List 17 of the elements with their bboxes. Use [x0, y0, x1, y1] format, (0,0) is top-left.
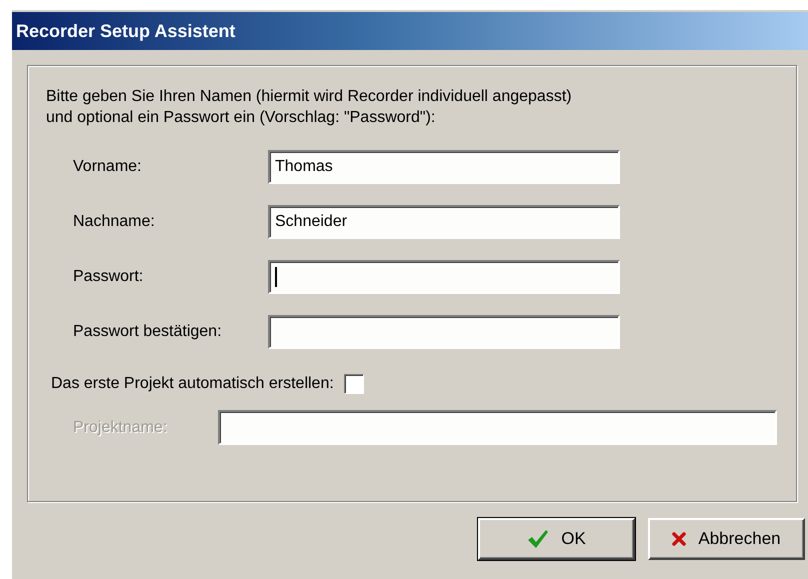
checkbox[interactable]	[344, 374, 364, 394]
window-title: Recorder Setup Assistent	[16, 20, 236, 42]
input-field[interactable]	[218, 410, 777, 445]
cancel-button[interactable]: Abbrechen	[648, 518, 805, 560]
field-label: Nachname:	[72, 213, 156, 231]
field-label: Passwort bestätigen:	[72, 323, 223, 341]
field-label: Passwort:	[72, 268, 144, 286]
ok-button[interactable]: OK	[478, 518, 635, 560]
input-field[interactable]	[268, 260, 620, 294]
instruction-text: Bitte geben Sie Ihren Namen (hiermit wird Recorder individuell angepasst) und optional ein Passwort ein (Vorschlag: "Password"):	[46, 87, 573, 128]
checkmark-icon	[527, 529, 550, 549]
checkbox-label: Das erste Projekt automatisch erstellen:	[51, 375, 334, 393]
field-label: Vorname:	[72, 158, 142, 176]
input-field[interactable]	[268, 315, 620, 349]
input-field[interactable]: Thomas	[268, 150, 620, 184]
cross-icon	[672, 532, 686, 546]
input-field[interactable]: Schneider	[268, 205, 620, 239]
